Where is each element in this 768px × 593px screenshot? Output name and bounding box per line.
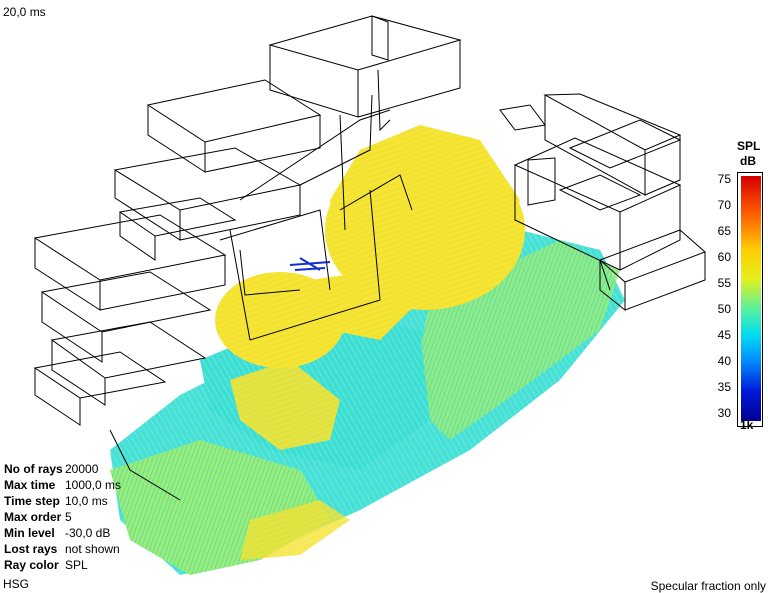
info-row-max-order: Max order 5 [4,509,121,525]
info-value: 20000 [65,462,99,476]
info-row-max-time: Max time 1000,0 ms [4,477,121,493]
info-key: Max order [4,510,62,524]
info-key: Time step [4,494,60,508]
legend-frequency: 1k [740,418,754,432]
legend-tick: 35 [717,380,731,394]
legend-tick: 55 [717,276,731,290]
ray-blue-strands [289,257,331,271]
legend-tick: 65 [717,224,731,238]
info-key: Lost rays [4,542,58,556]
info-value: SPL [65,558,88,572]
legend-tick: 50 [717,302,731,316]
info-row-min-level: Min level -30,0 dB [4,525,121,541]
info-value: not shown [65,542,120,556]
ray-settings-panel: No of rays 20000 Max time 1000,0 ms Time… [4,461,121,573]
info-key: Min level [4,526,55,540]
info-value: -30,0 dB [65,526,111,540]
spl-color-scale [737,172,763,427]
legend-tick: 75 [717,172,731,186]
spl-gradient [741,176,761,421]
info-value: 1000,0 ms [65,478,122,492]
info-key: No of rays [4,462,63,476]
mode-label: Specular fraction only [650,579,766,593]
legend-tick: 30 [717,406,731,420]
info-row-no-of-rays: No of rays 20000 [4,461,121,477]
info-value: 5 [65,510,72,524]
ray-cloud [110,125,625,575]
legend-unit: dB [740,154,756,168]
legend-tick: 40 [717,354,731,368]
legend-tick: 45 [717,328,731,342]
info-value: 10,0 ms [65,494,108,508]
software-label: HSG [3,577,30,591]
time-readout: 20,0 ms [3,5,46,19]
legend-tick: 70 [717,198,731,212]
info-row-ray-color: Ray color SPL [4,557,121,573]
legend-tick: 60 [717,250,731,264]
info-row-time-step: Time step 10,0 ms [4,493,121,509]
info-row-lost-rays: Lost rays not shown [4,541,121,557]
info-key: Ray color [4,558,59,572]
legend-title: SPL [737,139,761,153]
info-key: Max time [4,478,56,492]
